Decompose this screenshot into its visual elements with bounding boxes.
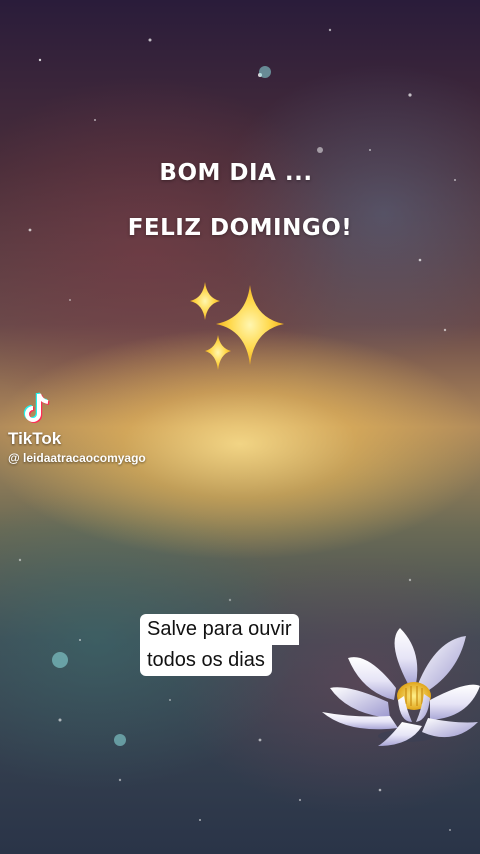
caption-line-1: Salve para ouvir bbox=[140, 614, 299, 645]
tiktok-brand-label: TikTok bbox=[8, 429, 62, 448]
greeting-line-2: FELIZ DOMINGO! bbox=[127, 215, 353, 241]
greeting-line-1: BOM DIA ... bbox=[159, 160, 313, 186]
tiktok-note-icon bbox=[23, 392, 50, 423]
tiktok-watermark: TikTok @ leidaatracaocomyago bbox=[8, 392, 146, 465]
sparkles-icon bbox=[190, 282, 284, 370]
tiktok-handle: @ leidaatracaocomyago bbox=[8, 451, 146, 465]
caption-line-2: todos os dias bbox=[140, 645, 272, 676]
caption-box: Salve para ouvir todos os dias bbox=[140, 614, 299, 676]
lotus-flower-icon bbox=[322, 628, 480, 746]
